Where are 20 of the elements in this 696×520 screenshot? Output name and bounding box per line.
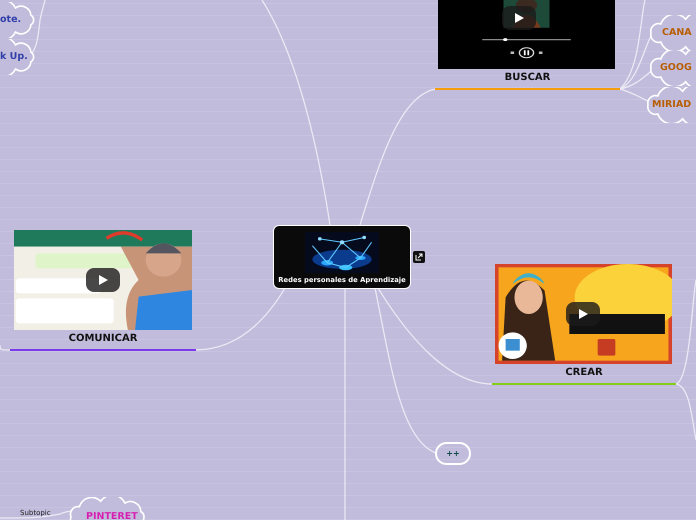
topic-label[interactable]: CREAR	[492, 365, 676, 381]
play-icon	[513, 12, 525, 24]
play-icon	[97, 274, 109, 286]
cloud-shape[interactable]	[650, 15, 696, 51]
cloud-shape[interactable]	[70, 497, 145, 520]
topic-label[interactable]: COMUNICAR	[10, 331, 196, 347]
cloud-shape[interactable]	[0, 39, 34, 75]
topic-node[interactable]: ++	[435, 442, 471, 465]
cloud-shape[interactable]	[647, 87, 696, 123]
play-button[interactable]	[566, 302, 600, 326]
subtopic-label[interactable]: k Up.	[0, 50, 28, 64]
subtopic-label[interactable]: ote.	[0, 13, 22, 28]
cloud-shape[interactable]	[650, 50, 696, 86]
cloud-shape[interactable]	[0, 2, 34, 38]
play-button[interactable]	[86, 268, 120, 292]
connector-line	[0, 345, 10, 351]
topic-label[interactable]: BUSCAR	[435, 70, 620, 86]
play-icon	[577, 308, 589, 320]
play-button[interactable]	[502, 6, 536, 30]
link-icon[interactable]	[413, 251, 425, 263]
